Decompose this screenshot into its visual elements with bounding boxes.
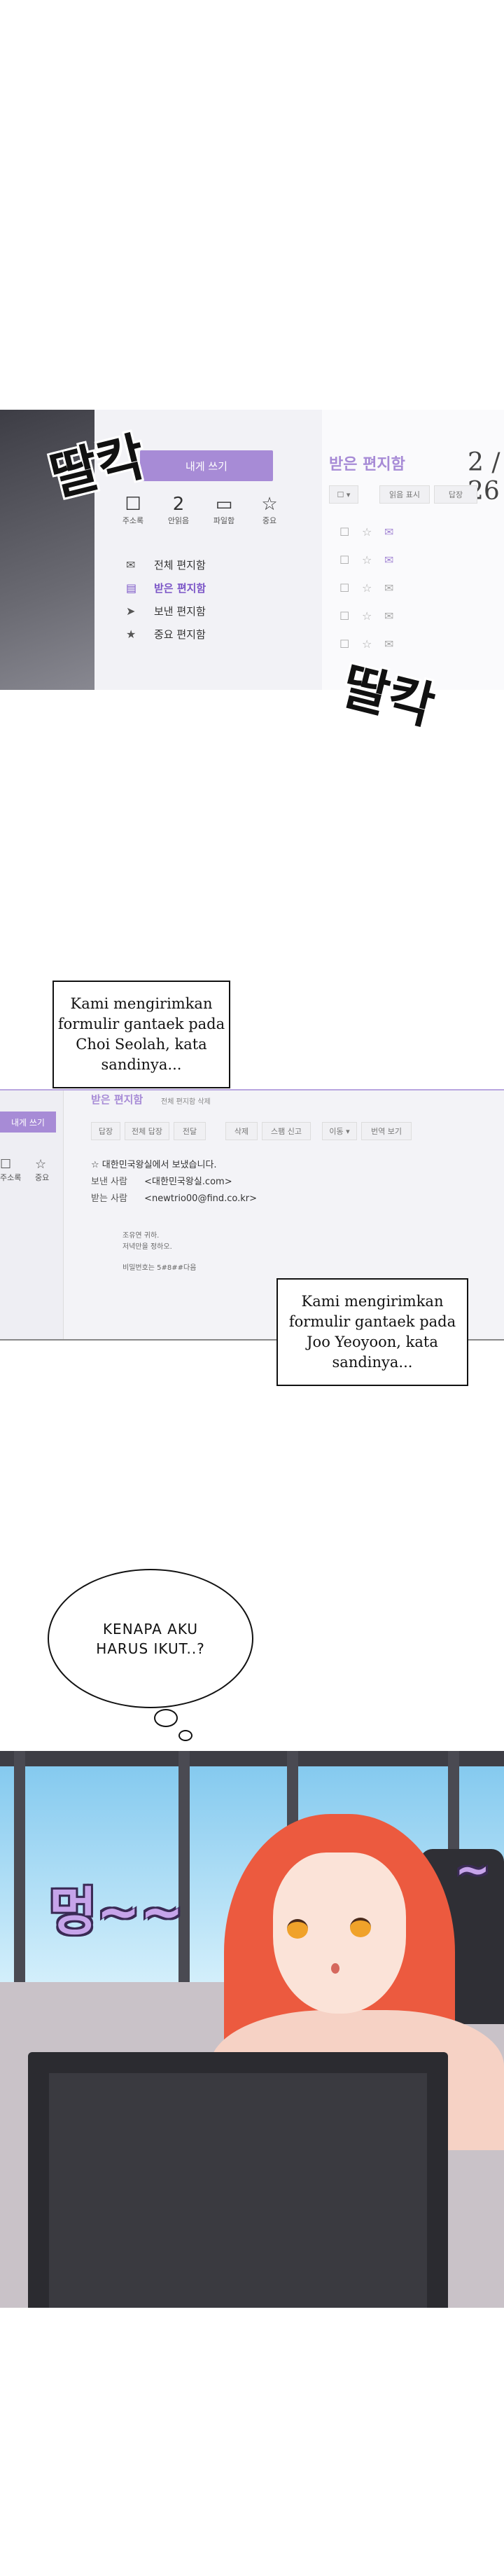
folder-list: ✉ 전체 편지함 ▤ 받은 편지함 ➤ 보낸 편지함 ★ 중요 편지함 (126, 553, 206, 646)
folder-sent[interactable]: ➤ 보낸 편지함 (126, 600, 206, 623)
shortcut-label: 중요 (262, 516, 277, 525)
inbox-icon: ▤ (126, 581, 137, 595)
checkbox-icon[interactable]: ☐ (340, 609, 362, 623)
narration-text: Kami mengirimkan formulir gantaek pada J… (288, 1293, 456, 1371)
compose-button[interactable]: 내게 쓰기 (140, 450, 273, 481)
star-icon[interactable]: ☆ (362, 525, 384, 539)
star-icon[interactable]: ☆ (91, 1160, 99, 1170)
character-eye-right (350, 1918, 371, 1937)
star-icon[interactable]: ☆ (362, 581, 384, 595)
narration-box-1: Kami mengirimkan formulir gantaek pada C… (52, 981, 230, 1088)
report-spam-button[interactable]: 스팸 신고 (262, 1122, 311, 1140)
unread-count-badge: 2 (172, 494, 185, 515)
translate-button[interactable]: 번역 보기 (361, 1122, 412, 1140)
body-line: 비밀번호는 5#8##다음 (122, 1264, 197, 1272)
starred-shortcut[interactable]: ☆ 중요 (248, 494, 290, 526)
folder-label: 중요 편지함 (154, 628, 206, 641)
receiver-label: 받는 사람 (91, 1193, 127, 1204)
envelope-open-icon: ✉ (384, 581, 394, 595)
folder-all[interactable]: ✉ 전체 편지함 (126, 553, 206, 576)
shortcut-label: 주소록 (0, 1173, 22, 1182)
mail-icon: ✉ (126, 558, 136, 572)
starred-shortcut[interactable]: ☆ 중요 (35, 1157, 49, 1183)
window-frame (178, 1751, 190, 1982)
sender-address[interactable]: <대한민국왕실.com> (144, 1177, 232, 1187)
body-line: 저녁만을 정하오. (122, 1243, 172, 1251)
compose-button[interactable]: 내게 쓰기 (0, 1112, 56, 1133)
reply-button[interactable]: 답장 (91, 1122, 120, 1140)
envelope-open-icon: ✉ (384, 637, 394, 651)
delete-button[interactable]: 삭제 (225, 1122, 258, 1140)
address-book-icon: ☐ (125, 494, 141, 515)
character-mouth (331, 1963, 340, 1974)
thought-text: KENAPA AKU HARUS IKUT..? (96, 1620, 205, 1657)
checkbox-icon[interactable]: ☐ (340, 581, 362, 595)
reply-all-button[interactable]: 전체 답장 (125, 1122, 169, 1140)
folder-label: 받은 편지함 (154, 582, 206, 595)
forward-button[interactable]: 전달 (174, 1122, 206, 1140)
email-list-panel: 내게 쓰기 ☐ 주소록 2 안읽음 ▭ 파일함 ☆ 중요 ✉ 전체 편지함 ▤ … (0, 410, 504, 690)
folder-label: 보낸 편지함 (154, 605, 206, 618)
sender-line: 보낸 사람 <대한민국왕실.com> (91, 1174, 257, 1191)
reply-button[interactable]: 답장 (434, 485, 477, 504)
star-icon: ☆ (261, 494, 278, 515)
shortcut-label: 안읽음 (167, 516, 190, 525)
thought-bubble: KENAPA AKU HARUS IKUT..? (48, 1569, 253, 1708)
window-frame (14, 1751, 25, 1982)
sender-notice: 대한민국왕실에서 보냈습니다. (102, 1160, 217, 1170)
shortcut-label: 파일함 (213, 516, 235, 525)
send-icon: ➤ (126, 604, 136, 618)
move-dropdown[interactable]: 이동 ▾ (322, 1122, 357, 1140)
envelope-open-icon: ✉ (384, 609, 394, 623)
body-line: 조유연 귀하. (122, 1232, 160, 1240)
envelope-icon: ✉ (384, 525, 394, 539)
message-row[interactable]: ☐ ☆ ✉ (340, 581, 500, 595)
folder-label: 전체 편지함 (154, 559, 206, 572)
narration-box-2: Kami mengirimkan formulir gantaek pada J… (276, 1278, 468, 1386)
message-row[interactable]: ☐ ☆ ✉ (340, 609, 500, 623)
sender-label: 보낸 사람 (91, 1177, 127, 1187)
thought-trail-dot (178, 1730, 192, 1741)
folder-inbox[interactable]: ▤ 받은 편지함 (126, 576, 206, 600)
receiver-address[interactable]: <newtrio00@find.co.kr> (144, 1193, 257, 1204)
address-book-icon: ☐ (0, 1157, 12, 1172)
star-icon: ★ (126, 628, 136, 641)
message-row[interactable]: ☐ ☆ ✉ (340, 525, 500, 539)
folder-important[interactable]: ★ 중요 편지함 (126, 623, 206, 646)
message-body: 조유연 귀하. 저녁만을 정하오. 비밀번호는 5#8##다음 (122, 1231, 196, 1274)
daze-sound-effect-tail: ~ (455, 1846, 491, 1895)
character-panel: 멍~~ ~ (0, 1751, 504, 2308)
checkbox-icon[interactable]: ☐ (340, 553, 362, 567)
folder-icon: ▭ (215, 494, 233, 515)
folder-subtitle: 전체 편지함 삭제 (161, 1098, 211, 1106)
star-icon[interactable]: ☆ (362, 609, 384, 623)
folder-title: 받은 편지함 (91, 1093, 144, 1106)
receiver-line: 받는 사람 <newtrio00@find.co.kr> (91, 1191, 257, 1207)
list-toolbar: ☐ ▾ 읽음 표시 답장 (329, 485, 504, 504)
envelope-icon: ✉ (384, 553, 394, 567)
select-all-checkbox[interactable]: ☐ ▾ (329, 485, 358, 504)
monitor-screen-back (49, 2073, 427, 2308)
message-header: ☆ 대한민국왕실에서 보냈습니다. 보낸 사람 <대한민국왕실.com> 받는 … (91, 1157, 257, 1207)
star-icon: ☆ (35, 1157, 47, 1172)
mark-read-button[interactable]: 읽음 표시 (379, 485, 430, 504)
sidebar-shortcut-icons: ☐ 주소록 2 안읽음 ▭ 파일함 ☆ 중요 (112, 494, 315, 536)
folder-title: 받은 편지함 (329, 456, 405, 473)
notice-line: ☆ 대한민국왕실에서 보냈습니다. (91, 1157, 257, 1174)
window-rail (0, 1751, 504, 1766)
narration-text: Kami mengirimkan formulir gantaek pada C… (57, 995, 225, 1073)
checkbox-icon[interactable]: ☐ (340, 525, 362, 539)
star-icon[interactable]: ☆ (362, 553, 384, 567)
thought-trail-dot (154, 1709, 178, 1727)
message-row[interactable]: ☐ ☆ ✉ (340, 553, 500, 567)
daze-sound-effect: 멍~~ (49, 1882, 184, 1942)
unread-shortcut[interactable]: 2 안읽음 (158, 494, 200, 526)
character-eye-left (287, 1919, 308, 1939)
files-shortcut[interactable]: ▭ 파일함 (203, 494, 245, 526)
message-toolbar: 답장 전체 답장 전달 삭제 스팸 신고 이동 ▾ 번역 보기 (91, 1122, 441, 1140)
shortcut-label: 주소록 (122, 516, 144, 525)
shortcut-label: 중요 (35, 1173, 50, 1182)
address-book-shortcut[interactable]: ☐ 주소록 (112, 494, 154, 526)
address-book-shortcut[interactable]: ☐ 주소록 (0, 1157, 21, 1183)
